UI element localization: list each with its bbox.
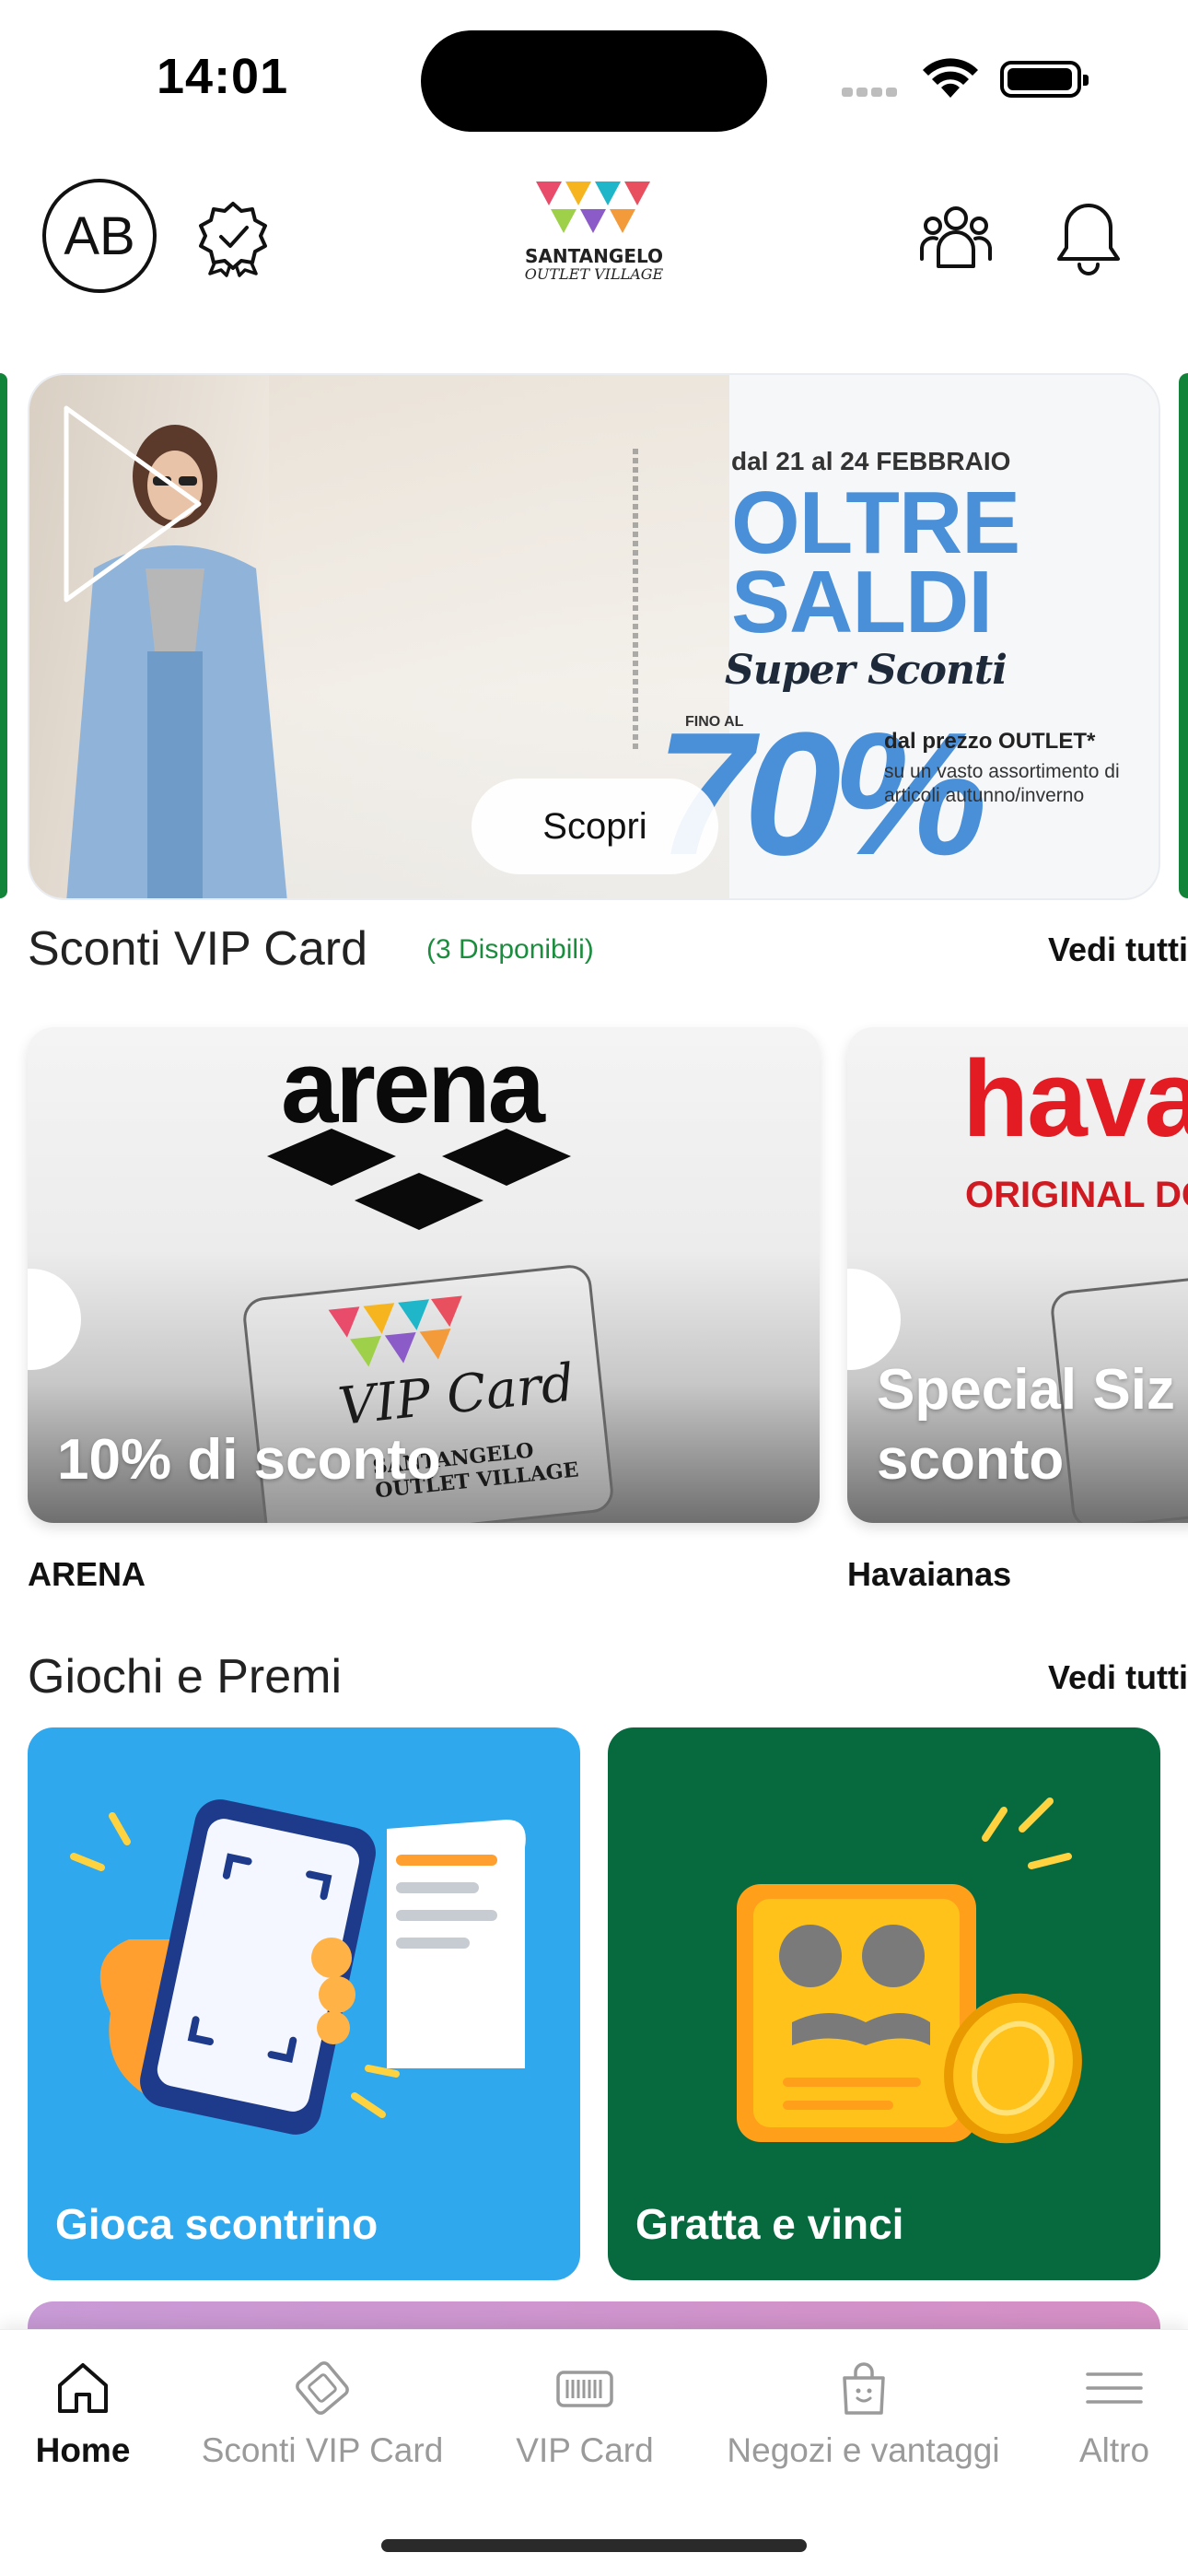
banner-offer-line: dal prezzo OUTLET* (884, 729, 1096, 754)
community-icon[interactable] (916, 198, 996, 277)
tab-shops[interactable]: Negozi e vantaggi (723, 2358, 1004, 2470)
coupon-card[interactable]: arena VIP Card SANTANGELO OUTLET VILLAGE… (28, 1027, 820, 1523)
banner-offer-detail: su un vasto assortimento di articoli aut… (884, 761, 1120, 806)
status-bar: 14:01 (0, 0, 1188, 157)
carousel-next-card[interactable] (1179, 373, 1188, 898)
tab-label: Negozi e vantaggi (727, 2431, 1000, 2469)
game-label: Gioca scontrino (55, 2200, 379, 2248)
banner-fineprint (633, 449, 638, 753)
brand-logo-text: hava (962, 1038, 1188, 1160)
tab-vip-discounts[interactable]: Sconti VIP Card (198, 2358, 447, 2470)
see-all-link[interactable]: Vedi tutti (1048, 1658, 1188, 1697)
profile-avatar[interactable]: AB (42, 179, 157, 293)
home-icon (58, 2363, 108, 2413)
tab-vip-card[interactable]: VIP Card (511, 2358, 658, 2470)
ticket-icon (296, 2361, 349, 2415)
santangelo-logo: SANTANGELO OUTLET VILLAGE (516, 180, 672, 290)
shopping-bag-icon (842, 2362, 885, 2415)
tab-label: Home (35, 2431, 131, 2469)
logo-subtext: OUTLET VILLAGE (524, 265, 664, 283)
ticket-notch (28, 1269, 81, 1370)
barcode-card-icon (556, 2371, 613, 2407)
tab-label: Sconti VIP Card (201, 2431, 444, 2469)
cellular-signal-icon (842, 85, 901, 101)
coupon-discount: Special Siz di sconto (877, 1358, 1188, 1492)
coupon-discount: 10% di sconto (57, 1428, 441, 1492)
discover-button[interactable]: Scopri (472, 779, 718, 874)
carousel-prev-card[interactable] (0, 373, 7, 898)
see-all-link[interactable]: Vedi tutti (1048, 931, 1188, 969)
menu-icon (1086, 2372, 1143, 2404)
dynamic-island (421, 30, 767, 132)
tab-home[interactable]: Home (28, 2358, 138, 2470)
scan-receipt-illustration (70, 1799, 526, 2135)
coupon-brand-name: ARENA (28, 1555, 146, 1593)
tab-more[interactable]: Altro (1059, 2358, 1170, 2470)
banner-title: OLTRE SALDI (731, 474, 1020, 651)
coupon-card[interactable]: hava ORIGINAL DO Special Siz di sconto (847, 1027, 1188, 1523)
coupon-brand-name: Havaianas (847, 1555, 1012, 1593)
logo-triangles-icon (536, 181, 650, 233)
tab-label: Altro (1078, 2431, 1150, 2469)
games-section-header: Giochi e Premi Vedi tutti (28, 1649, 1188, 1714)
status-time: 14:01 (157, 49, 289, 104)
notification-bell-icon[interactable] (1052, 198, 1125, 277)
section-title: Giochi e Premi (28, 1650, 342, 1704)
battery-icon (1000, 61, 1089, 98)
tab-label: VIP Card (516, 2431, 654, 2469)
game-card-receipt[interactable]: Gioca scontrino (28, 1727, 580, 2280)
section-title: Sconti VIP Card (28, 922, 368, 976)
logo-triangles-icon (328, 1295, 462, 1367)
available-count: (3 Disponibili) (426, 934, 594, 965)
app-header: AB SANTANGELO OUTLET VILLAGE (0, 170, 1188, 309)
wifi-icon (923, 58, 978, 98)
scratch-card-illustration (737, 1797, 1082, 2144)
brand-logo-subtext: ORIGINAL DO (965, 1175, 1188, 1215)
home-indicator (381, 2539, 807, 2552)
banner-dates: dal 21 al 24 FEBBRAIO (731, 447, 1011, 475)
logo-text: SANTANGELO (524, 245, 664, 267)
banner-subtitle: Super Sconti (725, 647, 1007, 694)
vip-section-header: Sconti VIP Card (3 Disponibili) Vedi tut… (28, 921, 1188, 986)
arena-diamond-icon (267, 1129, 571, 1230)
award-badge-icon[interactable] (193, 198, 273, 277)
game-card-scratch[interactable]: Gratta e vinci (608, 1727, 1160, 2280)
play-icon[interactable] (61, 403, 208, 605)
game-label: Gratta e vinci (635, 2200, 904, 2248)
